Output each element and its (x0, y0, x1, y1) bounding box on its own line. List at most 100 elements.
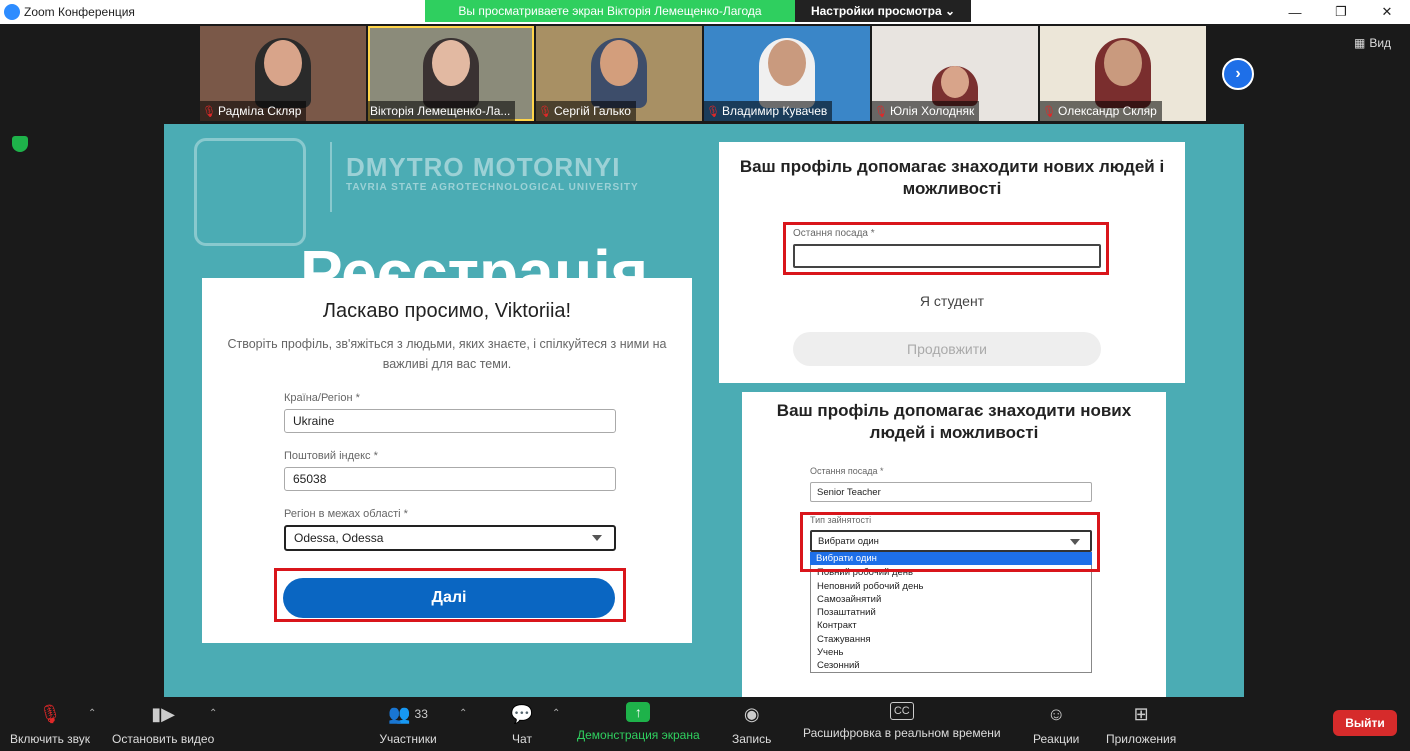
dropdown-option[interactable]: Сезонний (811, 659, 1091, 672)
participant-tile[interactable]: 🎙 Радміла Скляр (200, 26, 366, 121)
participant-strip: 🎙 Радміла Скляр Вікторія Лемещенко-Ла... … (200, 26, 1210, 121)
unmute-button[interactable]: 🎙 Включить звук (10, 702, 91, 747)
welcome-card: Ласкаво просимо, Viktoriia! Створіть про… (202, 278, 692, 643)
chevron-up-icon[interactable]: ⌃ (209, 708, 217, 719)
participant-tile[interactable]: 🎙 Сергій Галько (536, 26, 702, 121)
live-transcript-label: Расшифровка в реальном времени (803, 726, 1001, 740)
record-button[interactable]: ◉ Запись (732, 702, 772, 747)
highlight-box (274, 568, 626, 622)
mic-off-icon: 🎙 (874, 106, 888, 118)
smiley-icon: ☺ (1046, 703, 1066, 724)
region-select[interactable]: Odessa, Odessa (284, 525, 616, 551)
zoom-logo-icon (4, 4, 20, 20)
participant-tile[interactable]: 🎙 Юлія Холодняк (872, 26, 1038, 121)
mic-off-icon: 🎙 (38, 703, 62, 724)
next-page-arrow-icon[interactable]: › (1222, 58, 1254, 90)
participant-tile-active-speaker[interactable]: Вікторія Лемещенко-Ла... (368, 26, 534, 121)
share-screen-button[interactable]: ↑ Демонстрация экрана (577, 702, 700, 742)
dropdown-option[interactable]: Стажування (811, 633, 1091, 646)
dropdown-option[interactable]: Учень (811, 646, 1091, 659)
chevron-down-icon (592, 535, 602, 541)
participant-tile[interactable]: 🎙 Олександр Скляр (1040, 26, 1206, 121)
highlight-box (800, 512, 1100, 572)
welcome-title: Ласкаво просимо, Viktoriia! (322, 300, 572, 322)
reactions-button[interactable]: ☺ Реакции (1033, 702, 1080, 747)
chat-icon: 💬 (510, 703, 534, 724)
minimize-icon[interactable]: — (1272, 0, 1318, 24)
dropdown-option[interactable]: Контракт (811, 619, 1091, 632)
apps-label: Приложения (1106, 732, 1177, 746)
screen-share-banner: Вы просматриваете экран Вікторія Лемещен… (425, 0, 795, 22)
video-camera-icon: ▮▶ (151, 703, 175, 724)
security-shield-icon[interactable] (12, 136, 28, 152)
zip-input[interactable]: 65038 (284, 467, 616, 491)
zoom-window: Zoom Конференция Вы просматриваете экран… (0, 0, 1410, 751)
profile-card-empty: Ваш профіль допомагає знаходити нових лю… (719, 142, 1185, 383)
continue-button[interactable]: Продовжити (793, 332, 1101, 366)
record-icon: ◉ (743, 703, 760, 724)
shared-screen: DMYTRO MOTORNYI TAVRIA STATE AGROTECHNOL… (164, 124, 1244, 697)
highlight-box (783, 222, 1109, 275)
chat-label: Чат (512, 732, 532, 746)
logo-divider (330, 142, 332, 212)
app-title: Zoom Конференция (24, 5, 135, 19)
stop-video-button[interactable]: ▮▶ Остановить видео (112, 702, 215, 747)
participant-name: Сергій Галько (554, 104, 631, 118)
participant-name: Радміла Скляр (218, 104, 302, 118)
mic-off-icon: 🎙 (538, 106, 552, 118)
region-value: Odessa, Odessa (294, 531, 384, 545)
maximize-icon[interactable]: ❐ (1318, 0, 1364, 24)
grid-icon: ▦ (1354, 36, 1366, 50)
leave-button[interactable]: Выйти (1333, 710, 1397, 736)
participants-icon: 👥 (388, 703, 411, 724)
unmute-label: Включить звук (10, 732, 91, 746)
apps-button[interactable]: ⊞ Приложения (1106, 702, 1177, 747)
closed-captions-icon: CC (889, 702, 914, 720)
profile-card-title: Ваш профіль допомагає знаходити нових лю… (739, 157, 1165, 198)
country-input[interactable]: Ukraine (284, 409, 616, 433)
window-controls: — ❐ ✕ (1272, 0, 1410, 24)
chevron-up-icon[interactable]: ⌃ (88, 708, 96, 719)
profile-card-filled: Ваш профіль допомагає знаходити нових лю… (742, 392, 1166, 697)
logo-subtitle: TAVRIA STATE AGROTECHNOLOGICAL UNIVERSIT… (346, 182, 639, 193)
participant-tile[interactable]: 🎙 Владимир Кувачев (704, 26, 870, 121)
participants-label: Участники (379, 732, 437, 746)
participant-name: Юлія Холодняк (890, 104, 975, 118)
title-bar: Zoom Конференция Вы просматриваете экран… (0, 0, 1410, 24)
dropdown-option[interactable]: Неповний робочий день (811, 580, 1091, 593)
close-icon[interactable]: ✕ (1364, 0, 1410, 24)
stop-video-label: Остановить видео (112, 732, 215, 746)
participants-count: 33 (414, 707, 428, 721)
zip-label: Поштовий індекс * (284, 450, 378, 462)
apps-icon: ⊞ (1133, 703, 1149, 724)
dropdown-option[interactable]: Позаштатний (811, 606, 1091, 619)
share-screen-label: Демонстрация экрана (577, 728, 700, 742)
position-label: Остання посада * (810, 466, 884, 476)
position-input[interactable]: Senior Teacher (810, 482, 1092, 502)
participant-name: Вікторія Лемещенко-Ла... (370, 104, 511, 118)
mic-off-icon: 🎙 (1042, 106, 1056, 118)
share-screen-icon: ↑ (626, 702, 651, 722)
reactions-label: Реакции (1033, 732, 1080, 746)
profile-card-title: Ваш профіль допомагає знаходити нових лю… (776, 401, 1132, 442)
view-button[interactable]: ▦ Вид (1354, 36, 1391, 50)
live-transcript-button[interactable]: CC Расшифровка в реальном времени (803, 702, 1001, 740)
record-label: Запись (732, 732, 772, 746)
participant-name: Владимир Кувачев (722, 104, 828, 118)
dropdown-option[interactable]: Самозайнятий (811, 593, 1091, 606)
meeting-toolbar: 🎙 Включить звук ⌃ ▮▶ Остановить видео ⌃ … (0, 698, 1410, 751)
chat-button[interactable]: 💬 Чат (510, 702, 534, 747)
chevron-up-icon[interactable]: ⌃ (552, 708, 560, 719)
region-label: Регіон в межах області * (284, 508, 408, 520)
participants-button[interactable]: 👥 33 Участники (378, 702, 438, 747)
welcome-subtitle: Створіть профіль, зв'яжіться з людьми, я… (227, 337, 667, 371)
participant-name: Олександр Скляр (1058, 104, 1157, 118)
chevron-up-icon[interactable]: ⌃ (459, 708, 467, 719)
student-link[interactable]: Я студент (719, 293, 1185, 309)
view-label: Вид (1369, 36, 1392, 50)
view-settings-label: Настройки просмотра (810, 4, 942, 18)
country-label: Країна/Регіон * (284, 392, 360, 404)
logo-title: DMYTRO MOTORNYI (346, 152, 621, 182)
mic-off-icon: 🎙 (202, 106, 216, 118)
view-settings-button[interactable]: Настройки просмотра ⌄ (795, 0, 971, 22)
